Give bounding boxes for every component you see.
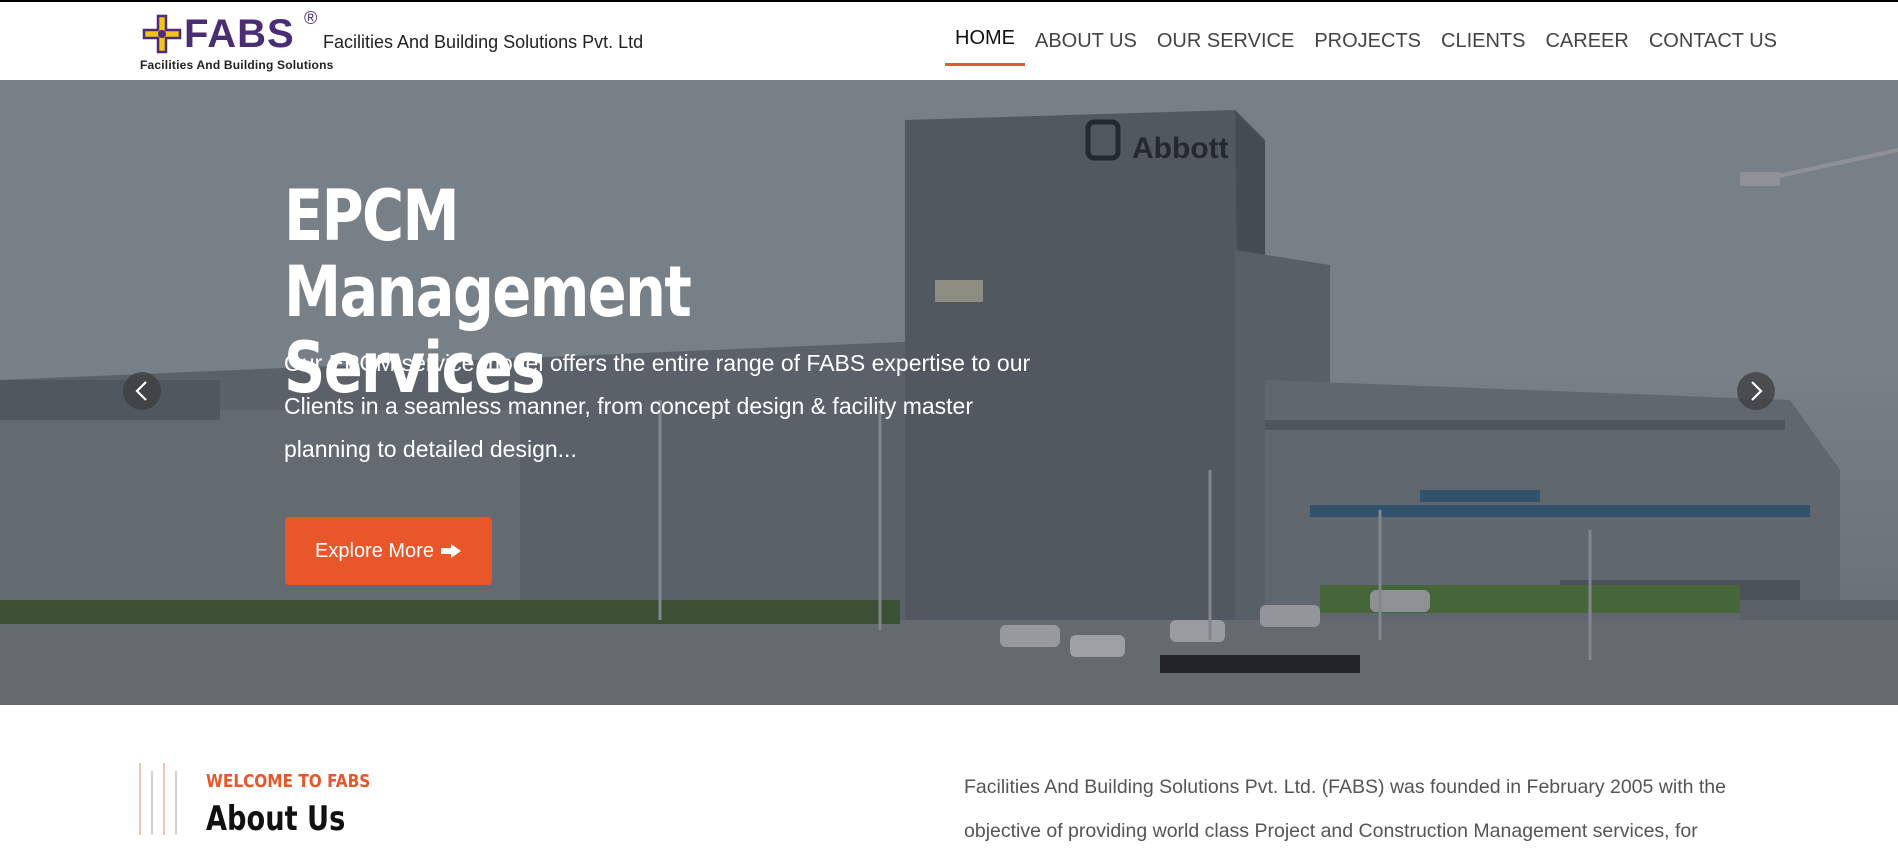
company-name: Facilities And Building Solutions Pvt. L… <box>323 32 644 52</box>
registered-mark: ® <box>304 8 318 28</box>
fabs-logo[interactable]: FABS ® Facilities And Building Solutions <box>140 8 333 74</box>
hero-slider: Abbott EPCM Management Services Our EPCM… <box>0 80 1898 705</box>
slider-next-button[interactable] <box>1737 372 1775 410</box>
nav-clients[interactable]: CLIENTS <box>1431 2 1535 80</box>
nav-projects[interactable]: PROJECTS <box>1304 2 1431 80</box>
hero-description: Our EPCM service model offers the entire… <box>284 350 1031 462</box>
explore-more-button[interactable]: Explore More <box>285 517 492 585</box>
arrow-right-icon <box>440 544 461 558</box>
nav-label: CLIENTS <box>1441 29 1526 52</box>
nav-label: ABOUT US <box>1035 29 1137 52</box>
logo-text: FABS <box>184 12 295 56</box>
about-title: About Us <box>206 799 346 839</box>
nav-career[interactable]: CAREER <box>1535 2 1638 80</box>
nav-label: OUR SERVICE <box>1156 29 1295 52</box>
about-text: Facilities And Building Solutions Pvt. L… <box>964 776 1726 842</box>
site-header: FABS ® Facilities And Building Solutions… <box>0 2 1898 80</box>
main-nav: HOME ABOUT US OUR SERVICE PROJECTS CLIEN… <box>945 2 1787 80</box>
explore-more-label: Explore More <box>315 539 434 562</box>
nav-label: PROJECTS <box>1314 29 1422 52</box>
nav-home[interactable]: HOME <box>945 2 1025 80</box>
nav-label: CAREER <box>1545 29 1629 52</box>
about-section: WELCOME TO FABS About Us Facilities And … <box>0 705 1898 845</box>
slider-prev-button[interactable] <box>123 372 161 410</box>
nav-our-service[interactable]: OUR SERVICE <box>1147 2 1304 80</box>
nav-contact-us[interactable]: CONTACT US <box>1639 2 1787 80</box>
nav-about-us[interactable]: ABOUT US <box>1025 2 1147 80</box>
decorative-lines-icon <box>139 763 177 835</box>
nav-label: CONTACT US <box>1648 29 1777 52</box>
chevron-right-icon <box>1751 381 1763 401</box>
logo-cross-icon <box>142 14 182 54</box>
about-eyebrow: WELCOME TO FABS <box>206 771 371 792</box>
chevron-left-icon <box>135 381 147 401</box>
nav-label: HOME <box>955 26 1015 49</box>
logo-subtitle: Facilities And Building Solutions <box>140 58 334 72</box>
